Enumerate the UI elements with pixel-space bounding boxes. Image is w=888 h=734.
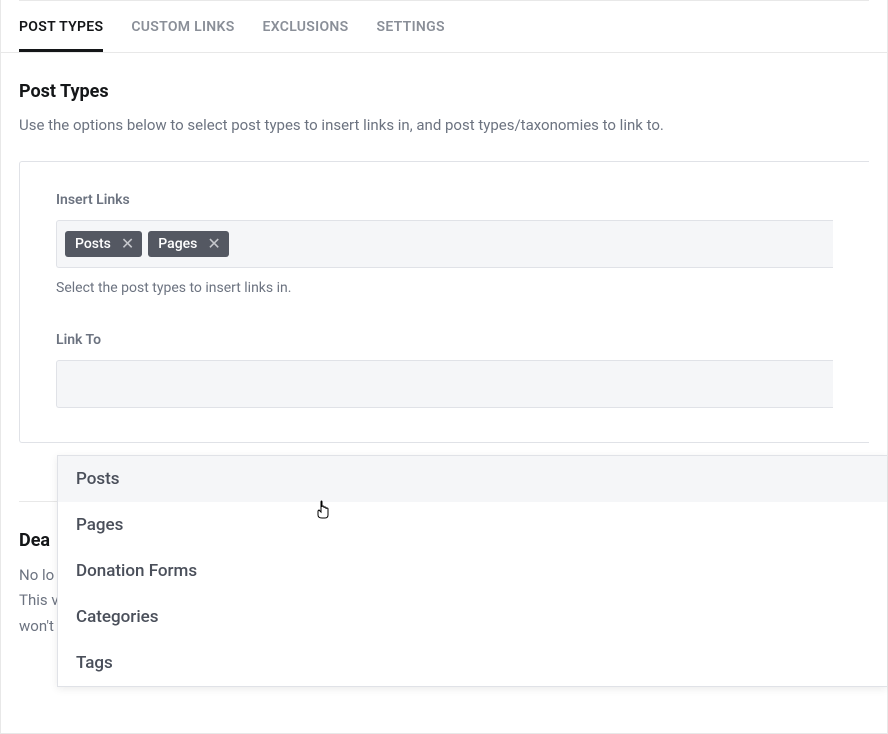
tab-post-types[interactable]: POST TYPES [19, 1, 103, 52]
dropdown-option-categories[interactable]: Categories [58, 594, 887, 640]
link-to-dropdown: Posts Pages Donation Forms Categories Ta… [57, 455, 887, 687]
close-icon[interactable]: ✕ [207, 236, 220, 252]
tab-bar: POST TYPES CUSTOM LINKS EXCLUSIONS SETTI… [1, 1, 887, 53]
tag-label: Pages [158, 236, 197, 252]
dropdown-option-posts[interactable]: Posts [58, 456, 887, 502]
section-title: Post Types [19, 81, 869, 102]
dropdown-option-donation-forms[interactable]: Donation Forms [58, 548, 887, 594]
tab-exclusions[interactable]: EXCLUSIONS [263, 1, 349, 52]
tab-settings[interactable]: SETTINGS [376, 1, 444, 52]
dropdown-option-pages[interactable]: Pages [58, 502, 887, 548]
close-icon[interactable]: ✕ [121, 236, 134, 252]
settings-panel: Insert Links Posts ✕ Pages ✕ Select the … [19, 161, 869, 443]
tag-posts: Posts ✕ [65, 231, 142, 257]
tag-pages: Pages ✕ [148, 231, 228, 257]
link-to-label: Link To [56, 332, 833, 348]
insert-links-helper: Select the post types to insert links in… [56, 280, 833, 296]
tag-label: Posts [75, 236, 111, 252]
dropdown-option-tags[interactable]: Tags [58, 640, 887, 686]
insert-links-label: Insert Links [56, 192, 833, 208]
tab-custom-links[interactable]: CUSTOM LINKS [131, 1, 234, 52]
link-to-select[interactable] [56, 360, 833, 408]
insert-links-input[interactable]: Posts ✕ Pages ✕ [56, 220, 833, 268]
section-description: Use the options below to select post typ… [19, 114, 869, 137]
